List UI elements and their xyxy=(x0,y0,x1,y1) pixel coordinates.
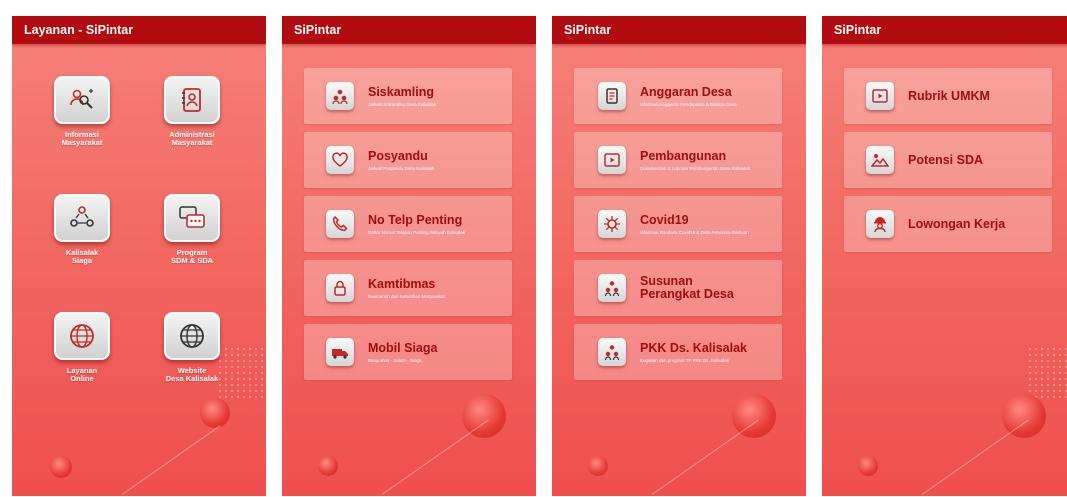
org-chart-icon xyxy=(598,338,626,366)
chat-bubbles-icon xyxy=(164,194,220,242)
menu-website-desa[interactable]: Website Desa Kalisalak xyxy=(142,312,242,383)
document-icon xyxy=(598,82,626,110)
card-no-telp-penting[interactable]: No Telp Penting Daftar Nomor Telepon Pent… xyxy=(304,196,512,252)
people-search-icon xyxy=(54,76,110,124)
card-title: Posyandu xyxy=(368,148,428,163)
app-header: SiPintar xyxy=(822,16,1067,44)
menu-label: Administrasi Masyarakat xyxy=(169,130,215,147)
card-subtitle: Daftar Nomor Telepon Penting Wilayah Kal… xyxy=(368,229,465,235)
screen-sipintar-ekonomi: SiPintar Rubrik UMKM Potensi SDA Lowonga… xyxy=(822,16,1067,496)
card-title: Covid19 xyxy=(640,212,689,227)
card-subtitle: Jadwal Siskamling Desa Kalisalak xyxy=(368,101,437,107)
phone-icon xyxy=(326,210,354,238)
card-posyandu[interactable]: Posyandu Jadwal Posyandu Desa Kalisalak xyxy=(304,132,512,188)
app-header: SiPintar xyxy=(282,16,536,44)
menu-label: Informasi Masyarakat xyxy=(61,130,103,147)
menu-informasi-masyarakat[interactable]: Informasi Masyarakat xyxy=(32,76,132,147)
card-subtitle: Jadwal Posyandu Desa Kalisalak xyxy=(368,165,435,171)
menu-label: Kalisalak Siaga xyxy=(65,248,99,265)
card-rubrik-umkm[interactable]: Rubrik UMKM xyxy=(844,68,1052,124)
card-subtitle: Kegiatan dan program TP PKK Ds. Kalisala… xyxy=(640,357,729,363)
card-subtitle: Informasi Pandemi Covid19 & Data Penerim… xyxy=(640,229,749,235)
decor-circle xyxy=(50,456,72,478)
screen-layanan: Layanan - SiPintar Informasi Masyarakat … xyxy=(12,16,266,496)
card-title: PKK Ds. Kalisalak xyxy=(640,340,747,355)
decor-line xyxy=(651,419,759,495)
globe-icon xyxy=(164,312,220,360)
card-title: Lowongan Kerja xyxy=(908,216,1006,231)
card-subtitle: Informasi Anggaran Pendapatan & Belanja … xyxy=(640,101,737,107)
card-title: Susunan Perangkat Desa xyxy=(640,274,734,301)
decor-line xyxy=(381,419,489,495)
screen-sipintar-keamanan: SiPintar Siskamling Jadwal Siskamling Des… xyxy=(282,16,536,496)
card-mobil-siaga[interactable]: Mobil Siaga Banyumas - Salam - Siaga xyxy=(304,324,512,380)
globe-icon xyxy=(54,312,110,360)
card-title: Anggaran Desa xyxy=(640,84,732,99)
org-chart-icon xyxy=(598,274,626,302)
decor-circle xyxy=(200,398,230,428)
card-anggaran-desa[interactable]: Anggaran Desa Informasi Anggaran Pendapat… xyxy=(574,68,782,124)
decor-line xyxy=(921,419,1029,495)
menu-kalisalak-siaga[interactable]: Kalisalak Siaga xyxy=(32,194,132,265)
decor-dots xyxy=(1027,346,1067,402)
card-subtitle: Keamanan dan Ketertiban Masyarakat xyxy=(368,293,445,299)
video-icon xyxy=(866,82,894,110)
people-network-icon xyxy=(54,194,110,242)
landscape-icon xyxy=(866,146,894,174)
card-subtitle: Banyumas - Salam - Siaga xyxy=(368,357,422,363)
decor-circle xyxy=(588,456,608,476)
card-pkk-ds-kalisalak[interactable]: PKK Ds. Kalisalak Kegiatan dan program TP… xyxy=(574,324,782,380)
virus-icon xyxy=(598,210,626,238)
card-title: Pembangunan xyxy=(640,148,727,163)
decor-circle xyxy=(858,456,878,476)
decor-line xyxy=(121,425,221,495)
card-subtitle: Dokumentasi & Laporan Pembangunan Desa K… xyxy=(640,165,750,171)
card-title: Siskamling xyxy=(368,84,434,99)
card-susunan-perangkat-desa[interactable]: Susunan Perangkat Desa xyxy=(574,260,782,316)
decor-circle xyxy=(1002,394,1046,438)
card-covid19[interactable]: Covid19 Informasi Pandemi Covid19 & Data … xyxy=(574,196,782,252)
menu-label: Website Desa Kalisalak xyxy=(165,366,219,383)
app-header: Layanan - SiPintar xyxy=(12,16,266,44)
lock-icon xyxy=(326,274,354,302)
card-title: Kamtibmas xyxy=(368,276,436,291)
app-header: SiPintar xyxy=(552,16,806,44)
card-siskamling[interactable]: Siskamling Jadwal Siskamling Desa Kalisal… xyxy=(304,68,512,124)
card-potensi-sda[interactable]: Potensi SDA xyxy=(844,132,1052,188)
card-title: Potensi SDA xyxy=(908,152,984,167)
decor-circle xyxy=(318,456,338,476)
worker-icon xyxy=(866,210,894,238)
menu-program-sdm-sda[interactable]: Program SDM & SDA xyxy=(142,194,242,265)
address-book-icon xyxy=(164,76,220,124)
heart-hand-icon xyxy=(326,146,354,174)
menu-administrasi-masyarakat[interactable]: Administrasi Masyarakat xyxy=(142,76,242,147)
truck-icon xyxy=(326,338,354,366)
card-kamtibmas[interactable]: Kamtibmas Keamanan dan Ketertiban Masyara… xyxy=(304,260,512,316)
card-title: No Telp Penting xyxy=(368,212,463,227)
menu-label: Program SDM & SDA xyxy=(170,248,214,265)
card-title: Rubrik UMKM xyxy=(908,88,990,103)
card-title: Mobil Siaga xyxy=(368,340,438,355)
video-icon xyxy=(598,146,626,174)
menu-layanan-online[interactable]: Layanan Online xyxy=(32,312,132,383)
card-lowongan-kerja[interactable]: Lowongan Kerja xyxy=(844,196,1052,252)
decor-circle xyxy=(732,394,776,438)
screen-sipintar-desa: SiPintar Anggaran Desa Informasi Anggaran… xyxy=(552,16,806,496)
decor-circle xyxy=(462,394,506,438)
menu-label: Layanan Online xyxy=(66,366,98,383)
guard-group-icon xyxy=(326,82,354,110)
card-pembangunan[interactable]: Pembangunan Dokumentasi & Laporan Pembang… xyxy=(574,132,782,188)
